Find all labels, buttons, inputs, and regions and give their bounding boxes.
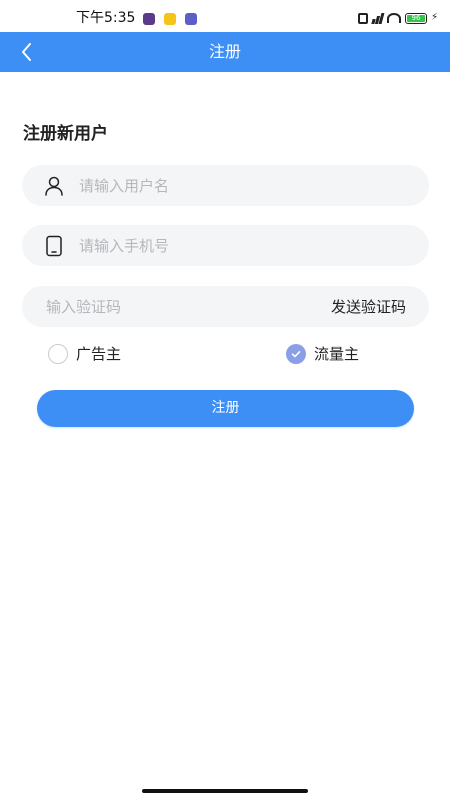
vibrate-icon [357, 12, 368, 24]
send-code-button[interactable]: 发送验证码 [331, 297, 406, 317]
role-label: 广告主 [76, 345, 122, 363]
role-option-advertiser[interactable]: 广告主 [48, 343, 121, 365]
username-input[interactable] [79, 165, 409, 206]
username-field [22, 165, 429, 206]
charging-icon: ⚡ [430, 12, 438, 23]
user-icon [43, 175, 65, 197]
verification-code-field: 发送验证码 [22, 286, 429, 327]
battery-level: 96 [406, 14, 425, 22]
role-option-publisher[interactable]: 流量主 [286, 343, 359, 365]
battery-icon: 96 [404, 12, 427, 24]
status-time: 下午5:35 [76, 10, 136, 26]
status-bar: 下午5:35 96 ⚡ [0, 0, 450, 32]
phone-icon [43, 235, 65, 257]
notification-app-icon [185, 13, 197, 25]
status-indicators: 96 ⚡ [357, 11, 438, 25]
home-indicator[interactable] [142, 789, 308, 793]
phone-field [22, 225, 429, 266]
notification-app-icon [164, 13, 176, 25]
form-heading: 注册新用户 [23, 124, 108, 144]
wifi-icon [386, 13, 401, 23]
radio-checked-icon [286, 344, 306, 364]
phone-input[interactable] [79, 225, 409, 266]
app-bar: 注册 [0, 32, 450, 72]
register-button[interactable]: 注册 [37, 390, 414, 427]
radio-unchecked-icon [48, 344, 68, 364]
verification-code-input[interactable] [46, 286, 296, 327]
page-title: 注册 [208, 42, 241, 61]
notification-app-icon [143, 13, 155, 25]
role-label: 流量主 [314, 345, 360, 363]
signal-icon [371, 12, 385, 24]
